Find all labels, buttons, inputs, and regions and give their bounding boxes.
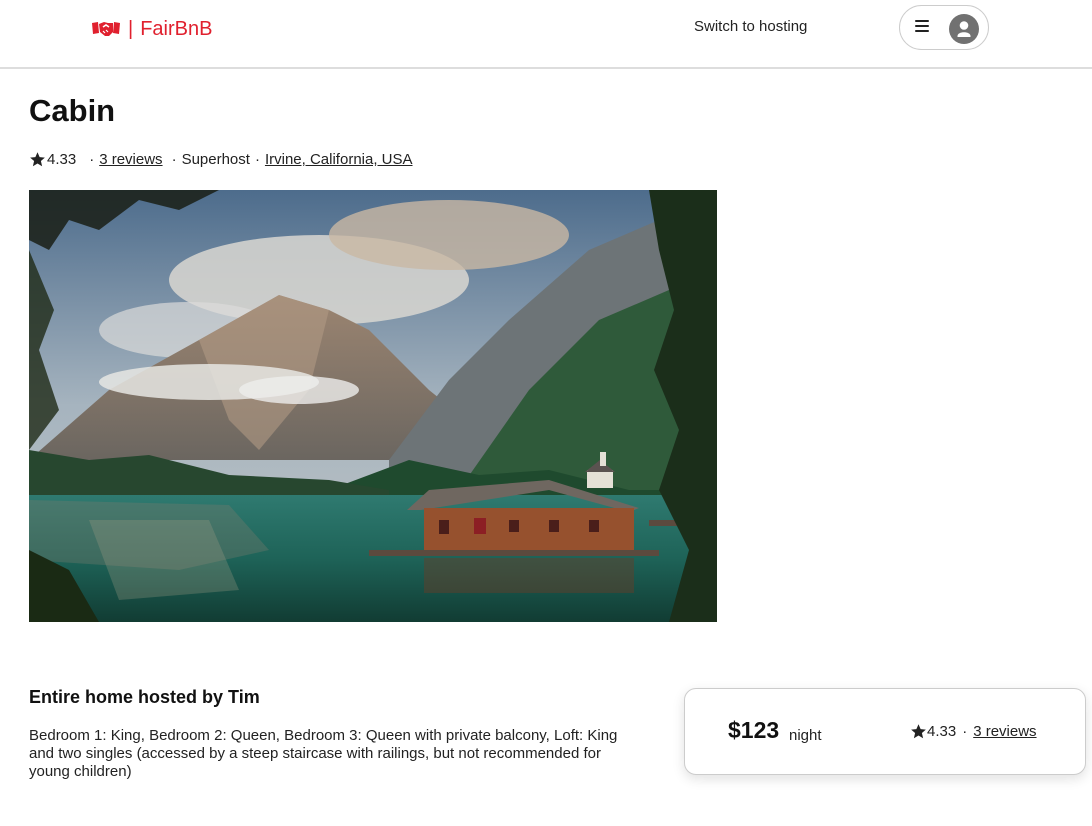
hamburger-icon bbox=[915, 20, 929, 32]
brand-name: FairBnB bbox=[140, 17, 213, 40]
booking-rating-value: 4.33 bbox=[927, 723, 957, 740]
host-heading: Entire home hosted by Tim bbox=[29, 687, 260, 707]
star-icon bbox=[30, 152, 45, 167]
meta-separator: · bbox=[89, 151, 95, 168]
listing-meta: 4.33 · 3 reviews · Superhost · Irvine, C… bbox=[29, 151, 413, 168]
location-link[interactable]: Irvine, California, USA bbox=[265, 151, 413, 168]
listing-description: Bedroom 1: King, Bedroom 2: Queen, Bedro… bbox=[29, 727, 618, 780]
user-menu-button[interactable] bbox=[899, 5, 989, 50]
switch-to-hosting-link[interactable]: Switch to hosting bbox=[694, 18, 807, 35]
rating-value: 4.33 bbox=[47, 151, 77, 168]
meta-separator: · bbox=[171, 151, 177, 168]
top-nav: | FairBnB Switch to hosting bbox=[0, 0, 1092, 69]
booking-rating: 4.33 · 3 reviews bbox=[910, 723, 1037, 740]
star-icon bbox=[911, 724, 926, 739]
price-value: $123 bbox=[728, 717, 780, 743]
user-avatar-icon bbox=[949, 14, 979, 44]
brand-logo[interactable]: | FairBnB bbox=[91, 16, 212, 42]
reviews-link[interactable]: 3 reviews bbox=[99, 151, 162, 168]
handshake-icon bbox=[92, 22, 120, 36]
listing-photo[interactable] bbox=[29, 190, 717, 622]
brand-separator: | bbox=[128, 17, 134, 40]
listing-title: Cabin bbox=[29, 93, 116, 128]
superhost-label: Superhost bbox=[181, 151, 250, 168]
booking-separator: · bbox=[962, 723, 968, 740]
meta-separator: · bbox=[254, 151, 260, 168]
booking-card: $123 night 4.33 · 3 reviews bbox=[684, 688, 1086, 775]
booking-reviews-link[interactable]: 3 reviews bbox=[973, 723, 1036, 740]
price-unit: night bbox=[789, 727, 822, 744]
